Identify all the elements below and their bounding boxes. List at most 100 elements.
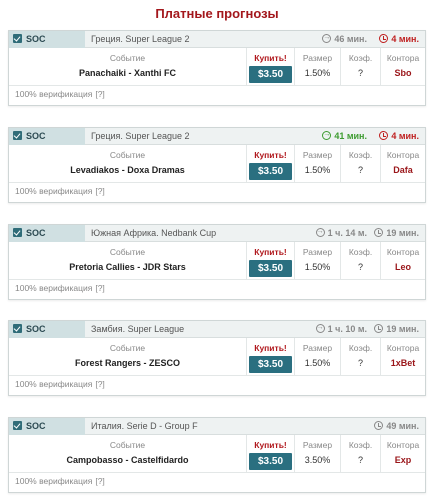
coef-cell: Коэф. ? (341, 48, 381, 86)
tip-card: SOC Италия. Serie D - Group F 49 мин. Со… (8, 417, 426, 493)
start-time: 41 мин. (322, 128, 367, 145)
event-label: Событие (109, 440, 146, 450)
arrow-circle-icon (315, 225, 325, 239)
buy-cell: Купить! $3.50 (247, 48, 295, 86)
buy-button[interactable]: $3.50 (249, 260, 292, 277)
tip-header: SOC Греция. Super League 2 41 мин. 4 мин… (9, 128, 425, 145)
time-left-text: 49 мин. (386, 421, 419, 431)
time-left-text: 19 мин. (386, 228, 419, 238)
clock-icon (374, 228, 384, 237)
start-time-text: 1 ч. 14 м. (327, 228, 367, 238)
coef-cell: Коэф. ? (341, 338, 381, 376)
time-left-text: 4 мин. (391, 34, 419, 44)
verification-help-link[interactable]: [?] (95, 283, 104, 293)
tip-card: SOC Греция. Super League 2 46 мин. 4 мин… (8, 30, 426, 106)
size-value: 1.50% (304, 262, 331, 272)
event-label: Событие (109, 53, 146, 63)
buy-button[interactable]: $3.50 (249, 356, 292, 373)
verification-text: 100% верификация (15, 283, 93, 293)
start-time: 1 ч. 10 м. (315, 321, 367, 338)
bookmaker-cell: Контора Exp (381, 435, 425, 473)
buy-label: Купить! (254, 440, 287, 450)
buy-cell: Купить! $3.50 (247, 338, 295, 376)
sport-badge[interactable]: SOC (9, 418, 85, 435)
buy-button[interactable]: $3.50 (249, 163, 292, 180)
verification-text: 100% верификация (15, 379, 93, 389)
verification-help-link[interactable]: [?] (95, 186, 104, 196)
league-name: Греция. Super League 2 (91, 131, 190, 141)
coef-value: ? (357, 165, 363, 175)
buy-label: Купить! (254, 53, 287, 63)
size-cell: Размер 1.50% (295, 48, 341, 86)
sport-badge[interactable]: SOC (9, 321, 85, 338)
verification-text: 100% верификация (15, 476, 93, 486)
size-value: 1.50% (304, 358, 331, 368)
buy-cell: Купить! $3.50 (247, 145, 295, 183)
event-name: Campobasso - Castelfidardo (66, 455, 189, 465)
buy-cell: Купить! $3.50 (247, 435, 295, 473)
clock-icon (379, 34, 389, 43)
verification-note: 100% верификация [?] (15, 89, 105, 99)
size-label: Размер (302, 343, 333, 353)
event-name: Panachaiki - Xanthi FC (78, 68, 177, 78)
buy-label: Купить! (254, 150, 287, 160)
checkbox-icon (13, 228, 22, 237)
bookmaker-cell: Контора Leo (381, 242, 425, 280)
verification-note: 100% верификация [?] (15, 186, 105, 196)
coef-value: ? (357, 358, 363, 368)
tip-header: SOC Южная Африка. Nedbank Cup 1 ч. 14 м.… (9, 225, 425, 242)
bookmaker-cell: Контора Sbo (381, 48, 425, 86)
time-left-text: 19 мин. (386, 324, 419, 334)
verification-help-link[interactable]: [?] (95, 379, 104, 389)
sport-label: SOC (26, 131, 46, 141)
sport-label: SOC (26, 421, 46, 431)
coef-label: Коэф. (348, 150, 373, 160)
arrow-circle-icon (315, 321, 325, 335)
coef-cell: Коэф. ? (341, 242, 381, 280)
bookmaker-label: Контора (386, 150, 420, 160)
bookmaker-label: Контора (386, 440, 420, 450)
verification-help-link[interactable]: [?] (95, 476, 104, 486)
size-label: Размер (302, 53, 333, 63)
clock-icon (374, 421, 384, 430)
verification-help-link[interactable]: [?] (95, 89, 104, 99)
sport-label: SOC (26, 34, 46, 44)
size-value: 1.50% (304, 165, 331, 175)
event-cell: Событие Levadiakos - Doxa Dramas (9, 145, 247, 183)
sport-badge[interactable]: SOC (9, 31, 85, 48)
bookmaker-cell: Контора 1xBet (381, 338, 425, 376)
bookmaker-name: 1xBet (390, 358, 416, 368)
coef-label: Коэф. (348, 247, 373, 257)
sport-badge[interactable]: SOC (9, 225, 85, 242)
buy-button[interactable]: $3.50 (249, 66, 292, 83)
league-name: Греция. Super League 2 (91, 34, 190, 44)
bookmaker-name: Sbo (394, 68, 412, 78)
event-label: Событие (109, 247, 146, 257)
verification-text: 100% верификация (15, 89, 93, 99)
start-time-text: 41 мин. (334, 131, 367, 141)
arrow-circle-icon (322, 128, 332, 142)
clock-icon (374, 324, 384, 333)
size-label: Размер (302, 440, 333, 450)
tip-details: Событие Panachaiki - Xanthi FC Купить! $… (9, 48, 425, 86)
sport-label: SOC (26, 324, 46, 334)
page-title: Платные прогнозы (155, 6, 279, 21)
coef-cell: Коэф. ? (341, 435, 381, 473)
buy-button[interactable]: $3.50 (249, 453, 292, 470)
start-time-text: 1 ч. 10 м. (327, 324, 367, 334)
event-name: Forest Rangers - ZESCO (74, 358, 181, 368)
bookmaker-label: Контора (386, 343, 420, 353)
tip-header: SOC Замбия. Super League 1 ч. 10 м. 19 м… (9, 321, 425, 338)
sport-badge[interactable]: SOC (9, 128, 85, 145)
time-left: 4 мин. (379, 31, 419, 48)
tip-details: Событие Pretoria Callies - JDR Stars Куп… (9, 242, 425, 280)
time-left-text: 4 мин. (391, 131, 419, 141)
checkbox-icon (13, 34, 22, 43)
size-cell: Размер 1.50% (295, 338, 341, 376)
event-cell: Событие Pretoria Callies - JDR Stars (9, 242, 247, 280)
time-left: 4 мин. (379, 128, 419, 145)
league-name: Южная Африка. Nedbank Cup (91, 228, 217, 238)
arrow-circle-icon (322, 31, 332, 45)
checkbox-icon (13, 421, 22, 430)
verification-note: 100% верификация [?] (15, 379, 105, 389)
